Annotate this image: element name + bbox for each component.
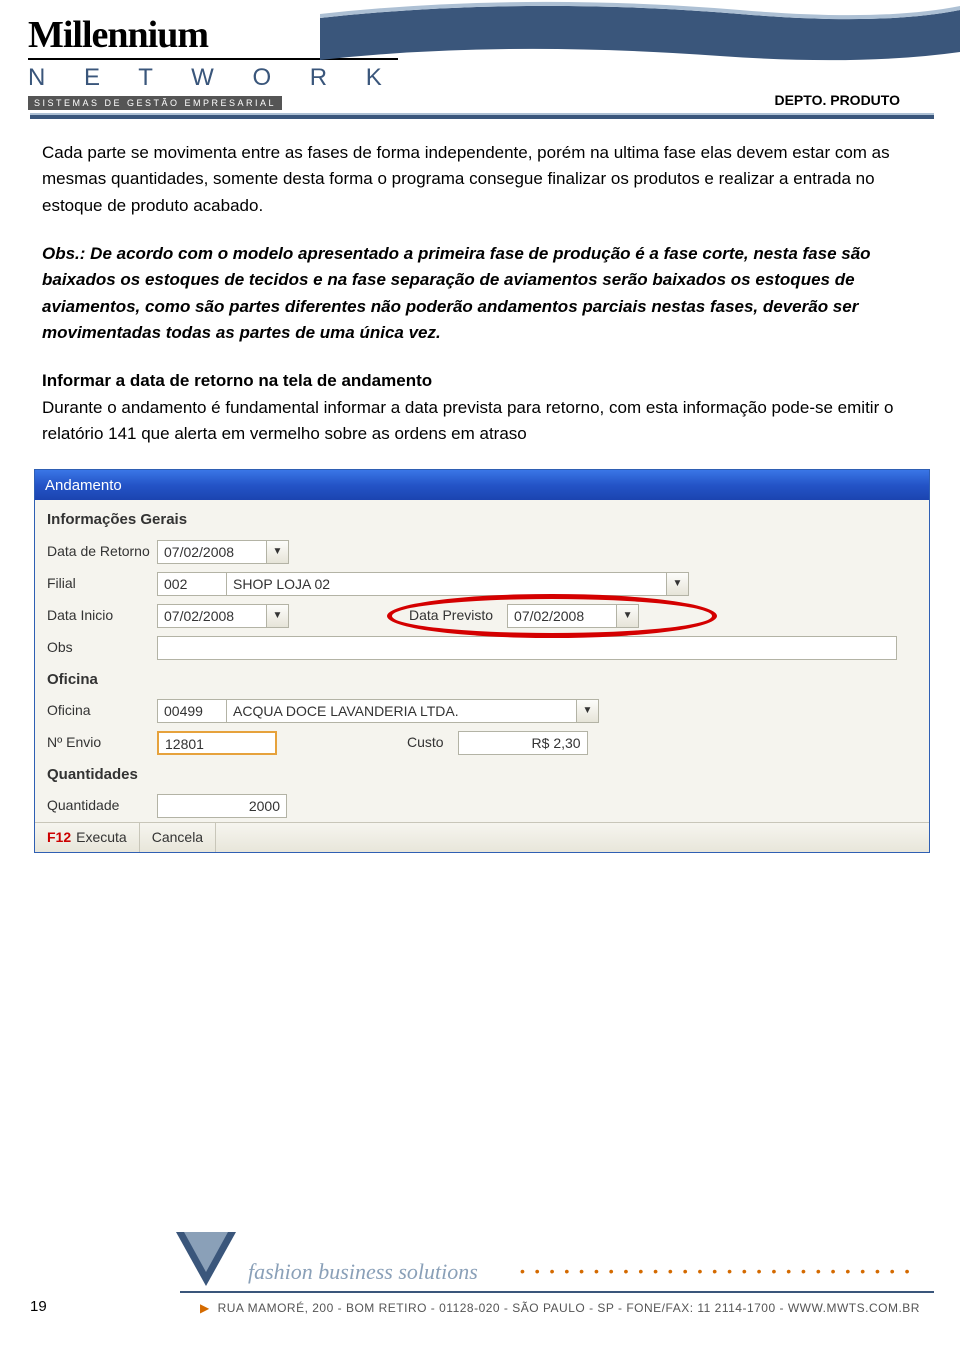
arrow-icon: ▶ [200,1301,210,1315]
input-obs[interactable] [157,636,897,660]
input-filial-name[interactable]: SHOP LOJA 02 [227,572,667,596]
paragraph-obs: Obs.: De acordo com o modelo apresentado… [42,241,918,346]
input-filial-code[interactable]: 002 [157,572,227,596]
page-footer: fashion business solutions • • • • • • •… [0,1257,960,1337]
row-oficina: Oficina 00499 ACQUA DOCE LAVANDERIA LTDA… [35,695,929,727]
header-divider [30,113,934,119]
dropdown-data-retorno[interactable]: ▼ [267,540,289,564]
button-executa[interactable]: F12 Executa [35,823,140,852]
paragraph-intro: Cada parte se movimenta entre as fases d… [42,140,918,219]
footer-triangle-icon [176,1232,236,1291]
label-obs: Obs [47,637,157,659]
section-geral: Informações Gerais [35,504,929,535]
paragraph-followup: Durante o andamento é fundamental inform… [42,395,918,448]
app-window: Andamento Informações Gerais Data de Ret… [34,469,930,853]
input-oficina-code[interactable]: 00499 [157,699,227,723]
statusbar: F12 Executa Cancela [35,822,929,852]
page-header: Millennium N E T W O R K SISTEMAS DE GES… [0,0,960,120]
row-data-inicio: Data Inicio 07/02/2008 ▼ Data Previsto 0… [35,600,929,632]
section-oficina: Oficina [35,664,929,695]
input-data-previsto[interactable]: 07/02/2008 [507,604,617,628]
input-oficina-name[interactable]: ACQUA DOCE LAVANDERIA LTDA. [227,699,577,723]
label-data-previsto: Data Previsto [289,605,507,627]
row-obs: Obs [35,632,929,664]
label-quantidade: Quantidade [47,795,157,817]
f12-keytag: F12 [47,827,71,849]
label-data-retorno: Data de Retorno [47,541,157,563]
label-filial: Filial [47,573,157,595]
row-filial: Filial 002 SHOP LOJA 02 ▼ [35,568,929,600]
input-data-retorno[interactable]: 07/02/2008 [157,540,267,564]
input-data-inicio[interactable]: 07/02/2008 [157,604,267,628]
form-body: Informações Gerais Data de Retorno 07/02… [35,500,929,852]
logo-tagline: SISTEMAS DE GESTÃO EMPRESARIAL [28,96,282,110]
dropdown-data-inicio[interactable]: ▼ [267,604,289,628]
label-custo: Custo [277,732,458,754]
footer-dots: • • • • • • • • • • • • • • • • • • • • … [520,1263,920,1279]
address-text: RUA MAMORÉ, 200 - BOM RETIRO - 01128-020… [218,1301,920,1315]
input-envio[interactable]: 12801 [157,731,277,755]
label-data-inicio: Data Inicio [47,605,157,627]
footer-slogan: fashion business solutions [248,1259,478,1285]
department-label: DEPTO. PRODUTO [774,92,900,108]
document-body: Cada parte se movimenta entre as fases d… [0,120,960,853]
header-swoosh [320,0,960,74]
window-titlebar: Andamento [35,470,929,500]
input-custo[interactable]: R$ 2,30 [458,731,588,755]
section-quantidades: Quantidades [35,759,929,790]
button-cancela[interactable]: Cancela [140,823,216,852]
input-quantidade[interactable]: 2000 [157,794,287,818]
row-envio: Nº Envio 12801 Custo R$ 2,30 [35,727,929,759]
row-quantidade: Quantidade 2000 [35,790,929,822]
footer-divider [180,1291,934,1293]
label-envio: Nº Envio [47,732,157,754]
section-subhead: Informar a data de retorno na tela de an… [42,368,918,394]
label-oficina: Oficina [47,700,157,722]
dropdown-data-previsto[interactable]: ▼ [617,604,639,628]
dropdown-oficina[interactable]: ▼ [577,699,599,723]
row-data-retorno: Data de Retorno 07/02/2008 ▼ [35,536,929,568]
dropdown-filial[interactable]: ▼ [667,572,689,596]
label-cancela: Cancela [152,827,203,849]
page-number: 19 [30,1298,47,1315]
label-executa: Executa [76,827,127,849]
footer-address: ▶ RUA MAMORÉ, 200 - BOM RETIRO - 01128-0… [200,1301,920,1315]
